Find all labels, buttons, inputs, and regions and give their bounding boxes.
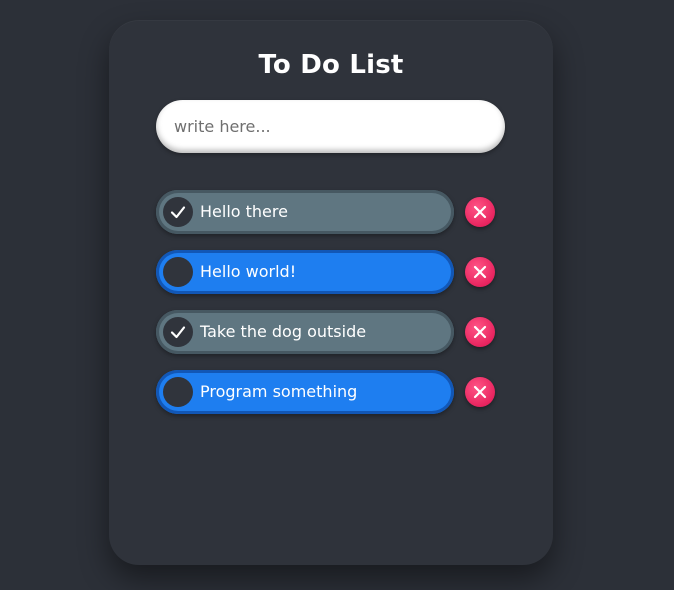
todo-input[interactable] (156, 100, 505, 153)
check-icon[interactable] (163, 317, 193, 347)
todo-card: To Do List Hello there Hello world! (109, 20, 553, 565)
page-title: To Do List (258, 50, 404, 80)
todo-item-toggle[interactable]: Take the dog outside (156, 310, 454, 354)
checkbox-empty[interactable] (163, 257, 193, 287)
checkbox-empty[interactable] (163, 377, 193, 407)
todo-item: Hello there (156, 190, 506, 234)
delete-button[interactable] (465, 197, 495, 227)
close-icon (473, 325, 487, 339)
close-icon (473, 265, 487, 279)
delete-button[interactable] (465, 377, 495, 407)
todo-item-label: Program something (200, 382, 358, 401)
todo-item: Hello world! (156, 250, 506, 294)
delete-button[interactable] (465, 317, 495, 347)
todo-list: Hello there Hello world! Take the dog ou… (156, 190, 506, 430)
todo-item: Take the dog outside (156, 310, 506, 354)
todo-item-label: Hello there (200, 202, 288, 221)
close-icon (473, 205, 487, 219)
check-icon[interactable] (163, 197, 193, 227)
todo-item-toggle[interactable]: Hello world! (156, 250, 454, 294)
todo-item-label: Take the dog outside (200, 322, 367, 341)
todo-item-toggle[interactable]: Hello there (156, 190, 454, 234)
todo-item: Program something (156, 370, 506, 414)
delete-button[interactable] (465, 257, 495, 287)
todo-item-toggle[interactable]: Program something (156, 370, 454, 414)
close-icon (473, 385, 487, 399)
todo-item-label: Hello world! (200, 262, 297, 281)
